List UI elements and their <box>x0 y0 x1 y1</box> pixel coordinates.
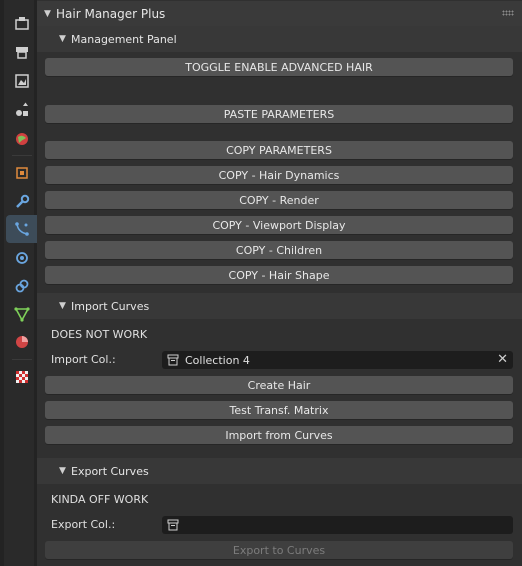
object-properties-tab[interactable] <box>8 159 36 187</box>
particle-properties-icon <box>14 222 29 236</box>
tool-settings-tab[interactable] <box>8 9 36 37</box>
copy-viewport-display-button[interactable]: COPY - Viewport Display <box>45 216 513 234</box>
view-layer-tab[interactable] <box>8 96 36 124</box>
copy-parameters-button[interactable]: COPY PARAMETERS <box>45 141 513 159</box>
chevron-down-icon: ▼ <box>59 34 66 44</box>
collection-icon <box>167 519 179 531</box>
copy-hair-shape-button[interactable]: COPY - Hair Shape <box>45 266 513 284</box>
texture-properties-tab[interactable] <box>8 363 36 391</box>
import-collection-label: Import Col.: <box>51 353 116 366</box>
render-properties-icon <box>16 47 28 59</box>
export-curves-panel-header[interactable]: ▼ Export Curves <box>37 458 522 484</box>
import-from-curves-button[interactable]: Import from Curves <box>45 426 513 444</box>
import-status-label: DOES NOT WORK <box>51 328 148 341</box>
tab-separator <box>12 155 32 156</box>
test-transform-matrix-button[interactable]: Test Transf. Matrix <box>45 401 513 419</box>
collection-icon <box>167 354 179 366</box>
constraint-properties-tab[interactable] <box>8 272 36 300</box>
export-curves-panel-title: Export Curves <box>71 464 149 478</box>
tool-settings-icon <box>15 17 29 30</box>
import-curves-panel-header[interactable]: ▼ Import Curves <box>37 293 522 319</box>
material-properties-icon <box>16 336 28 348</box>
view-layer-icon <box>16 102 28 116</box>
export-to-curves-button[interactable]: Export to Curves <box>45 541 513 559</box>
export-collection-label: Export Col.: <box>51 518 116 531</box>
properties-main: ▼ Hair Manager Plus ▼ Management Panel T… <box>37 0 522 566</box>
management-panel-title: Management Panel <box>71 32 177 46</box>
create-hair-button[interactable]: Create Hair <box>45 376 513 394</box>
import-curves-panel-title: Import Curves <box>71 299 150 313</box>
management-panel-header[interactable]: ▼ Management Panel <box>37 26 522 52</box>
physics-properties-icon <box>16 252 28 264</box>
toggle-advanced-hair-button[interactable]: TOGGLE ENABLE ADVANCED HAIR <box>45 58 513 76</box>
object-data-properties-icon <box>14 307 30 322</box>
modifier-properties-icon <box>16 194 30 208</box>
properties-tab-bar <box>0 0 37 566</box>
scene-properties-tab[interactable] <box>8 125 36 153</box>
hair-manager-panel-title: Hair Manager Plus <box>56 7 166 21</box>
clear-icon[interactable]: ✕ <box>497 353 508 366</box>
copy-hair-dynamics-button[interactable]: COPY - Hair Dynamics <box>45 166 513 184</box>
import-collection-field[interactable]: Collection 4 ✕ <box>162 351 513 369</box>
paste-parameters-button[interactable]: PASTE PARAMETERS <box>45 105 513 123</box>
import-collection-value: Collection 4 <box>185 353 250 367</box>
chevron-down-icon: ▼ <box>59 301 66 311</box>
output-properties-icon <box>15 74 29 88</box>
texture-properties-icon <box>16 371 28 383</box>
drag-grip-icon[interactable] <box>502 10 514 16</box>
constraint-properties-icon <box>15 279 29 293</box>
chevron-down-icon: ▼ <box>59 466 66 476</box>
material-properties-tab[interactable] <box>8 328 36 356</box>
output-properties-tab[interactable] <box>8 67 36 95</box>
scene-properties-icon <box>16 133 28 145</box>
chevron-down-icon: ▼ <box>44 9 51 19</box>
export-status-label: KINDA OFF WORK <box>51 493 149 506</box>
physics-properties-tab[interactable] <box>8 244 36 272</box>
export-collection-field[interactable] <box>162 516 513 534</box>
tab-separator <box>12 359 32 360</box>
copy-children-button[interactable]: COPY - Children <box>45 241 513 259</box>
modifier-properties-tab[interactable] <box>8 188 36 216</box>
object-data-properties-tab[interactable] <box>8 300 36 328</box>
particle-properties-tab[interactable] <box>6 215 37 243</box>
object-properties-icon <box>16 167 28 179</box>
hair-manager-panel-header[interactable]: ▼ Hair Manager Plus <box>37 1 522 27</box>
copy-render-button[interactable]: COPY - Render <box>45 191 513 209</box>
render-properties-tab[interactable] <box>8 38 36 66</box>
